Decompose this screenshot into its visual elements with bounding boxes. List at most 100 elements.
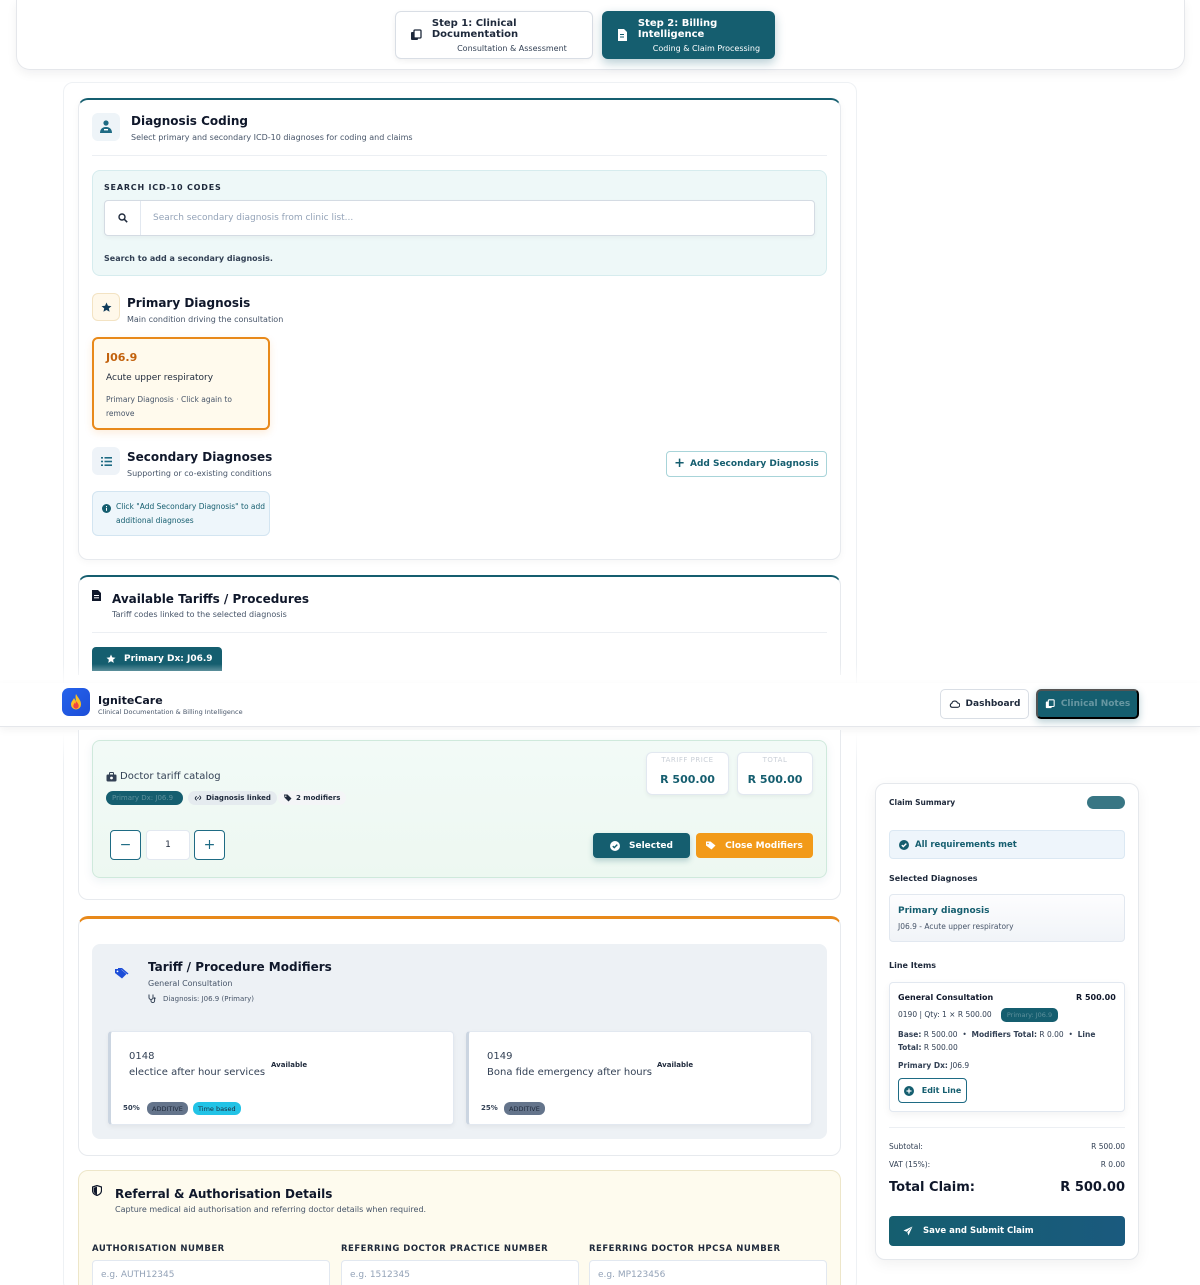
step2-subtitle: Coding & Claim Processing <box>652 43 761 53</box>
diagnosis-coding-title: Diagnosis Coding <box>131 114 249 128</box>
search-icon <box>105 201 141 235</box>
modifiers-diagnosis-line: Diagnosis: J06.9 (Primary) <box>148 994 254 1003</box>
diagnosis-linked-tag: Diagnosis linked <box>188 791 277 805</box>
tariff-price-box: TARIFF PRICE R 500.00 <box>646 752 729 795</box>
tariff-price-label: TARIFF PRICE <box>661 756 714 764</box>
step2-title: Step 2: Billing Intelligence <box>637 17 718 40</box>
authorisation-number-field[interactable] <box>92 1260 330 1285</box>
diagnosis-coding-subtitle: Select primary and secondary ICD-10 diag… <box>131 133 413 142</box>
modifier-time-based-tag: Time based <box>193 1102 241 1115</box>
invoice-icon <box>610 29 634 41</box>
claim-status-badge <box>1087 796 1125 809</box>
modifiers-total-label: Modifiers Total: <box>971 1030 1037 1039</box>
icd-search-input[interactable] <box>142 201 812 235</box>
list-icon <box>92 447 120 475</box>
cloud-icon <box>949 700 960 708</box>
primary-dx-label: Primary Dx: <box>898 1061 948 1070</box>
workflow-stepper <box>16 0 1185 70</box>
doctor-tariff-catalog: Doctor tariff catalog <box>106 771 221 782</box>
modifier-name: electice after hour services <box>129 1067 266 1078</box>
clinical-notes-button[interactable]: Clinical Notes <box>1036 689 1139 719</box>
star-icon <box>92 293 120 321</box>
divider <box>889 1127 1125 1128</box>
vat-label: VAT (15%): <box>889 1160 931 1169</box>
authorisation-number-label: AUTHORISATION NUMBER <box>92 1244 225 1254</box>
brand-tagline: Clinical Documentation & Billing Intelli… <box>98 708 243 716</box>
shield-icon <box>92 1185 102 1196</box>
modifier-status: Available <box>267 1058 312 1072</box>
total-claim-label: Total Claim: <box>889 1180 976 1195</box>
save-submit-claim-button[interactable]: Save and Submit Claim <box>889 1216 1125 1246</box>
star-icon <box>106 654 116 664</box>
plus-circle-icon <box>903 1085 914 1096</box>
brand-name: IgniteCare <box>98 694 163 707</box>
quantity-decrease-button[interactable]: − <box>110 830 141 860</box>
tariff-total-label: TOTAL <box>762 756 788 764</box>
primary-diagnosis-card[interactable]: J06.9 Acute upper respiratory Primary Di… <box>92 337 270 430</box>
selected-diagnoses-label: Selected Diagnoses <box>889 874 978 883</box>
line-item-primary-dx: Primary Dx: J06.9 <box>898 1061 969 1070</box>
modifier-count-label: 2 modifiers <box>296 794 341 802</box>
claim-summary-title: Claim Summary <box>889 798 956 807</box>
selected-primary-diagnosis: Primary diagnosis J06.9 - Acute upper re… <box>889 894 1125 942</box>
available-tariffs-title: Available Tariffs / Procedures <box>112 592 310 606</box>
primary-diagnosis-note: Primary Diagnosis · Click again to remov… <box>106 395 232 418</box>
requirements-label: All requirements met <box>915 839 1017 850</box>
close-modifiers-label: Close Modifiers <box>725 840 803 851</box>
referring-practice-number-field[interactable] <box>341 1260 579 1285</box>
divider <box>92 155 827 156</box>
copy-document-icon <box>404 29 428 41</box>
link-icon <box>194 794 202 802</box>
top-navbar: IgniteCare Clinical Documentation & Bill… <box>0 683 1200 727</box>
clinical-notes-label: Clinical Notes <box>1060 699 1131 709</box>
tags-icon <box>706 841 717 850</box>
modifier-card-0148[interactable]: 0148 electice after hour services Availa… <box>108 1031 454 1125</box>
send-icon <box>903 1226 913 1236</box>
line-item-name: General Consultation <box>898 993 994 1002</box>
tags-icon <box>115 968 129 979</box>
add-secondary-diagnosis-button[interactable]: + Add Secondary Diagnosis <box>666 451 827 477</box>
referral-subtitle: Capture medical aid authorisation and re… <box>115 1205 427 1214</box>
line-total-value: R 500.00 <box>923 1043 958 1052</box>
close-modifiers-button[interactable]: Close Modifiers <box>696 833 813 858</box>
base-value: R 500.00 <box>923 1030 958 1039</box>
line-item-breakdown: Base: R 500.00 • Modifiers Total: R 0.00… <box>898 1030 1096 1052</box>
selected-label: Selected <box>629 840 673 851</box>
line-item-amount: R 500.00 <box>1076 993 1116 1002</box>
modifier-card-0149[interactable]: 0149 Bona fide emergency after hours Ava… <box>466 1031 812 1125</box>
tariff-total-value: R 500.00 <box>747 773 803 786</box>
icd-search-label: SEARCH ICD-10 CODES <box>104 183 222 192</box>
referring-hpcsa-number-label: REFERRING DOCTOR HPCSA NUMBER <box>589 1244 781 1254</box>
selected-button[interactable]: Selected <box>593 833 690 858</box>
doctor-tariff-catalog-label: Doctor tariff catalog <box>120 771 221 782</box>
quantity-increase-button[interactable]: + <box>194 830 225 860</box>
tags-icon <box>284 794 293 802</box>
quantity-input[interactable] <box>146 830 190 860</box>
modifier-percent: 25% <box>481 1104 498 1112</box>
referring-hpcsa-number-field[interactable] <box>589 1260 827 1285</box>
search-hint: Search to add a secondary diagnosis. <box>104 254 273 263</box>
dashboard-button[interactable]: Dashboard <box>940 689 1029 719</box>
step1-title: Step 1: Clinical Documentation <box>431 17 519 40</box>
line-item-detail: 0190 | Qty: 1 × R 500.00 <box>898 1010 992 1019</box>
modifier-code: 0148 <box>129 1051 155 1062</box>
tariff-total-box: TOTAL R 500.00 <box>737 752 813 795</box>
modifier-count-tag: 2 modifiers <box>278 791 347 805</box>
add-secondary-label: Add Secondary Diagnosis <box>689 459 819 469</box>
diagnosis-linked-label: Diagnosis linked <box>206 794 271 802</box>
secondary-info-text: Click "Add Secondary Diagnosis" to add a… <box>116 502 266 525</box>
modifier-percent: 50% <box>123 1104 140 1112</box>
briefcase-icon <box>106 771 117 782</box>
step-billing-intelligence[interactable]: Step 2: Billing Intelligence Coding & Cl… <box>602 11 775 59</box>
edit-line-label: Edit Line <box>921 1086 962 1095</box>
modifiers-total-value: R 0.00 <box>1039 1030 1064 1039</box>
flame-logo-icon <box>62 688 90 716</box>
dashboard-label: Dashboard <box>965 699 1021 709</box>
subtotal-value: R 500.00 <box>1091 1142 1125 1151</box>
total-claim-row: Total Claim: R 500.00 <box>889 1180 1125 1195</box>
edit-line-button[interactable]: Edit Line <box>898 1078 967 1103</box>
step-clinical-documentation[interactable]: Step 1: Clinical Documentation Consultat… <box>395 11 593 59</box>
primary-dx-tag: Primary Dx: J06.9 <box>106 791 183 805</box>
file-icon <box>92 590 101 601</box>
primary-diagnosis-title: Primary Diagnosis <box>127 296 251 310</box>
